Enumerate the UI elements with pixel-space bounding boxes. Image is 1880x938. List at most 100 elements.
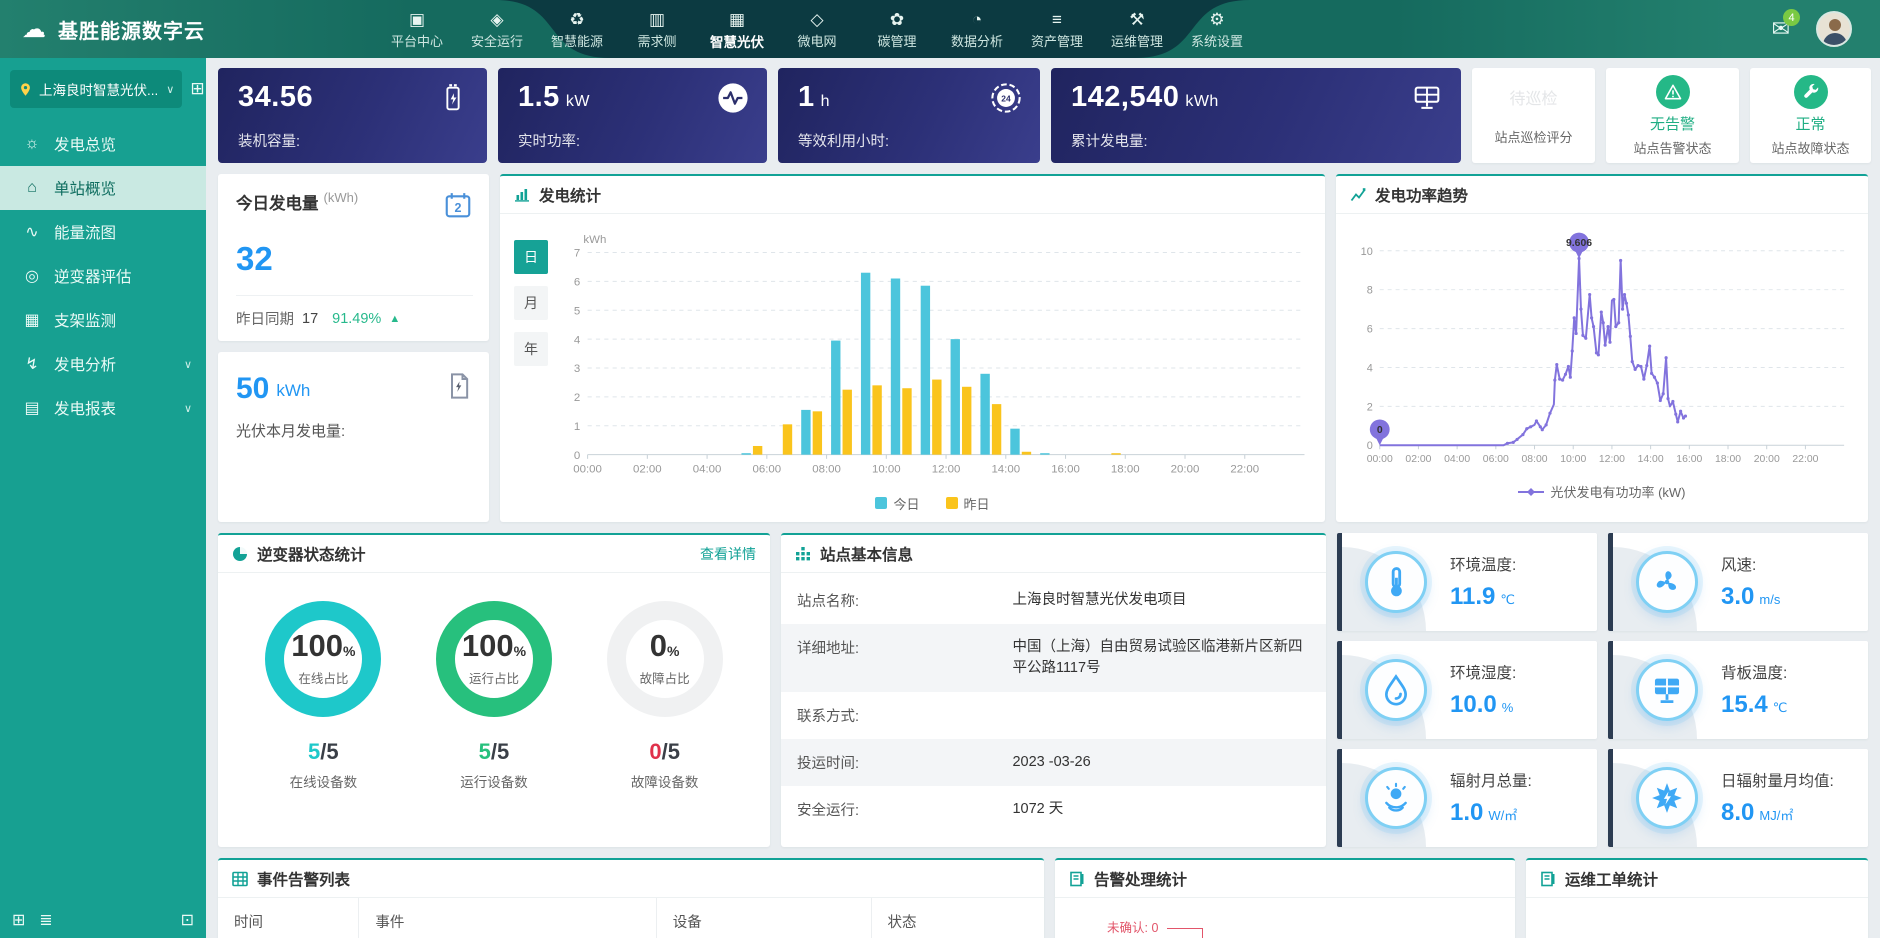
inverter-status-card: 逆变器状态统计 查看详情 100%在线占比5/5在线设备数100%运行占比5/5… (218, 533, 770, 847)
svg-text:6: 6 (1367, 324, 1373, 336)
status-value: 待巡检 (1509, 85, 1557, 109)
stat-unit: h (821, 93, 830, 110)
svg-text:2: 2 (1367, 401, 1373, 413)
percent-sign: % (514, 643, 526, 659)
nav-item-5[interactable]: ▦智慧光伏 (700, 7, 774, 51)
alarm-stats-title: 告警处理统计 (1094, 868, 1187, 890)
legend-item-今日[interactable]: 今日 (875, 494, 919, 513)
sensor-value: 15.4 (1721, 691, 1768, 718)
compare-label: 昨日同期 (236, 308, 294, 329)
power-trend-title: 发电功率趋势 (1375, 184, 1468, 206)
yesterday-compare: 昨日同期 17 91.49% ▲ (236, 295, 473, 341)
status-card-3: 正常站点故障状态 (1750, 68, 1871, 163)
period-tabs: 日月年 (514, 240, 548, 521)
nav-item-label: 运维管理 (1111, 31, 1163, 50)
sidebar-item-3[interactable]: ∿能量流图 (0, 210, 206, 254)
event-column-4[interactable]: 状态 (871, 898, 1044, 938)
tab-日[interactable]: 日 (514, 240, 548, 274)
sensor-card-2: 风速:3.0m/s (1608, 533, 1868, 631)
nav-item-9[interactable]: ≡资产管理 (1020, 7, 1094, 51)
nav-menu: ▣平台中心◈安全运行♻智慧能源▥需求侧▦智慧光伏◇微电网✿碳管理◔数据分析≡资产… (380, 7, 1254, 51)
nav-item-6[interactable]: ◇微电网 (780, 7, 854, 51)
sensor-text: 日辐射量月均值:8.0MJ/㎡ (1721, 769, 1868, 827)
event-column-1[interactable]: 时间 (218, 898, 358, 938)
status-label: 站点告警状态 (1633, 138, 1711, 157)
stat-card-3: 1h24等效利用小时: (778, 68, 1040, 163)
svg-text:kWh: kWh (583, 234, 606, 246)
station-grid-icon[interactable]: ⊞ (190, 79, 206, 99)
report-icon: ▤ (22, 398, 42, 418)
alarm-annotation-line1: 未确认: 0 (1107, 920, 1158, 937)
tab-年[interactable]: 年 (514, 332, 548, 366)
sidebar-item-7[interactable]: ▤发电报表∨ (0, 386, 206, 430)
svg-text:4: 4 (574, 334, 581, 346)
doc-chart-icon (1540, 871, 1556, 887)
svg-text:0: 0 (1377, 425, 1383, 436)
nav-item-11[interactable]: ⚙系统设置 (1180, 7, 1254, 51)
svg-text:6: 6 (574, 277, 580, 289)
stat-card-4: 142,540kWh累计发电量: (1051, 68, 1461, 163)
stats-row: 34.56装机容量:1.5kW实时功率:1h24等效利用小时:142,540kW… (218, 68, 1868, 163)
legend-item-昨日[interactable]: 昨日 (946, 494, 990, 513)
platform-icon: ▣ (409, 11, 425, 29)
donut-sublabel: 运行占比 (462, 668, 526, 687)
device-count-label: 运行设备数 (460, 771, 528, 791)
sidebar-item-5[interactable]: ▦支架监测 (0, 298, 206, 342)
nav-item-1[interactable]: ▣平台中心 (380, 7, 454, 51)
donut-sublabel: 在线占比 (291, 668, 355, 687)
svg-text:12:00: 12:00 (1599, 454, 1625, 465)
nav-item-7[interactable]: ✿碳管理 (860, 7, 934, 51)
count-denominator: /5 (320, 739, 338, 764)
list-toggle-icon[interactable]: ≣ (39, 910, 52, 930)
sidebar-menu: ☼发电总览⌂单站概览∿能量流图◎逆变器评估▦支架监测↯发电分析∨▤发电报表∨ (0, 122, 206, 430)
event-alarm-title: 事件告警列表 (257, 868, 350, 890)
legend-item-power[interactable]: 光伏发电有功功率 (kW) (1518, 482, 1685, 501)
device-count: 5/5 (479, 739, 510, 765)
sidebar-item-6[interactable]: ↯发电分析∨ (0, 342, 206, 386)
count-denominator: /5 (662, 739, 680, 764)
nav-item-2[interactable]: ◈安全运行 (460, 7, 534, 51)
donut-sublabel: 故障占比 (640, 668, 690, 687)
stat-unit: kWh (1185, 93, 1219, 110)
view-details-link[interactable]: 查看详情 (700, 544, 756, 564)
sidebar-item-4[interactable]: ◎逆变器评估 (0, 254, 206, 298)
event-column-3[interactable]: 设备 (656, 898, 871, 938)
layout-grid-icon[interactable]: ⊞ (12, 910, 25, 930)
nav-item-8[interactable]: ◔数据分析 (940, 7, 1014, 51)
generation-bar-chart[interactable]: 01234567kWh00:0002:0004:0006:0008:0010:0… (548, 226, 1317, 492)
power-trend-line-chart[interactable]: 024681000:0002:0004:0006:0008:0010:0012:… (1346, 224, 1858, 480)
shield-icon: ◈ (490, 11, 503, 29)
user-avatar[interactable] (1816, 11, 1852, 47)
svg-text:00:00: 00:00 (573, 463, 602, 475)
nav-item-4[interactable]: ▥需求侧 (620, 7, 694, 51)
nav-item-10[interactable]: ⚒运维管理 (1100, 7, 1174, 51)
site-info-card: 站点基本信息 站点名称:上海良时智慧光伏发电项目详细地址:中国（上海）自由贸易试… (781, 533, 1326, 847)
brand[interactable]: ☁ 基胜能源数字云 (0, 15, 300, 44)
station-selector[interactable]: 上海良时智慧光伏... ∨ (10, 70, 182, 108)
dots-grid-icon (795, 546, 811, 562)
tab-月[interactable]: 月 (514, 286, 548, 320)
svg-text:04:00: 04:00 (1444, 454, 1470, 465)
collapse-panel-icon[interactable]: ⊡ (181, 910, 194, 930)
donut-3: 0%故障占比0/5故障设备数 (607, 601, 723, 791)
legend-label: 今日 (893, 494, 919, 513)
sensor-label: 风速: (1721, 553, 1868, 575)
compare-value: 17 (302, 311, 318, 327)
percent-sign: % (343, 643, 355, 659)
sensor-value: 8.0 (1721, 799, 1754, 826)
month-energy-value: 50 (236, 372, 269, 406)
messages-button[interactable]: ✉ 4 (1772, 16, 1790, 42)
svg-text:00:00: 00:00 (1367, 454, 1393, 465)
nav-item-3[interactable]: ♻智慧能源 (540, 7, 614, 51)
svg-text:1: 1 (574, 421, 580, 433)
sensor-card-4: 背板温度:15.4℃ (1608, 641, 1868, 739)
sensor-value: 1.0 (1450, 799, 1483, 826)
sidebar-item-1[interactable]: ☼发电总览 (0, 122, 206, 166)
legend-swatch (875, 497, 887, 509)
sidebar-item-2[interactable]: ⌂单站概览 (0, 166, 206, 210)
legend-swatch (946, 497, 958, 509)
svg-text:9.606: 9.606 (1566, 238, 1592, 249)
stat-label: 等效利用小时: (798, 130, 1022, 151)
event-column-2[interactable]: 事件 (358, 898, 655, 938)
droplet-icon (1365, 659, 1427, 721)
